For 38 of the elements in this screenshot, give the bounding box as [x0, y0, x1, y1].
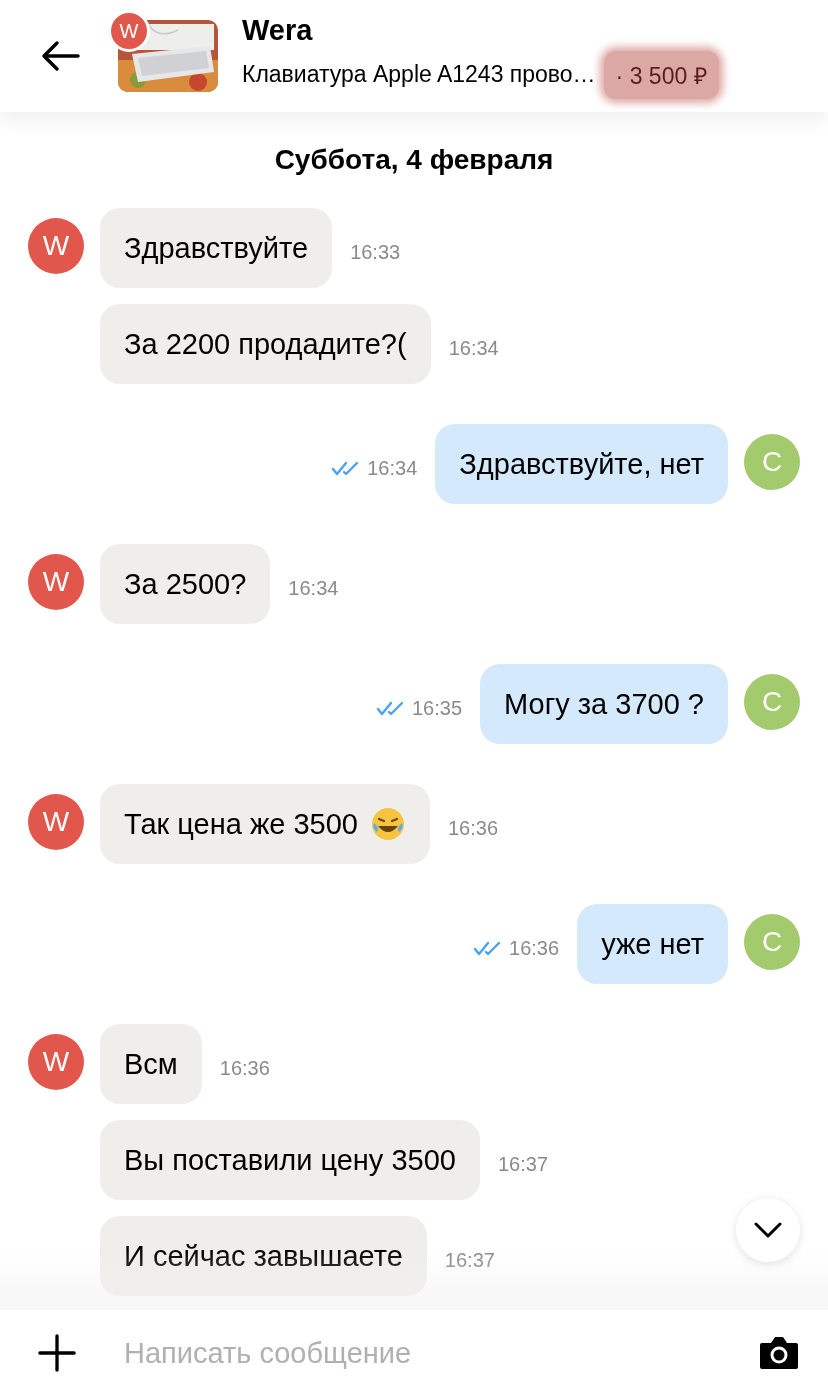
message-time: 16:34: [448, 336, 499, 360]
listing-price: · 3 500 ₽: [603, 50, 719, 99]
avatar: C: [744, 914, 800, 970]
message-text: Всм: [124, 1047, 178, 1081]
message-time: 16:37: [444, 1248, 495, 1272]
message-time: 16:34: [367, 456, 418, 480]
message-input[interactable]: Написать сообщение: [122, 1335, 712, 1371]
message-text: За 2200 продадите?(: [124, 327, 407, 361]
message-text: За 2500?: [124, 567, 247, 601]
message-text: Вы поставили цену 3500: [124, 1143, 456, 1177]
message-time: 16:36: [509, 936, 560, 960]
message-text: Так цена же 3500: [124, 807, 358, 841]
message-time: 16:33: [350, 240, 401, 264]
plus-icon[interactable]: [38, 1334, 76, 1372]
message-time: 16:37: [497, 1152, 548, 1176]
message-text: Здравствуйте: [124, 231, 309, 265]
message-text: уже нет: [601, 927, 704, 961]
chevron-down-icon: [754, 1222, 782, 1238]
message-time: 16:36: [448, 816, 499, 840]
listing-title[interactable]: Клавиатура Apple A1243 прово…: [242, 61, 596, 88]
message-time: 16:36: [219, 1056, 270, 1080]
avatar: W: [28, 794, 84, 850]
date-separator: Суббота, 4 февраля: [273, 143, 555, 177]
seller-name: Wera: [242, 13, 314, 47]
back-arrow-icon[interactable]: [40, 40, 80, 72]
message-text: Могу за 3700 ?: [504, 687, 704, 721]
message-time: 16:34: [288, 576, 339, 600]
avatar: C: [744, 434, 800, 490]
message-text: И сейчас завышаете: [124, 1239, 403, 1273]
seller-avatar: W: [108, 10, 150, 52]
message-text: Здравствуйте, нет: [459, 447, 704, 481]
avatar: W: [28, 554, 84, 610]
scroll-down-button[interactable]: [736, 1198, 800, 1262]
camera-icon[interactable]: [758, 1335, 800, 1371]
avatar: C: [744, 674, 800, 730]
message-time: 16:35: [412, 696, 463, 720]
avatar: W: [28, 218, 84, 274]
avatar: W: [28, 1034, 84, 1090]
